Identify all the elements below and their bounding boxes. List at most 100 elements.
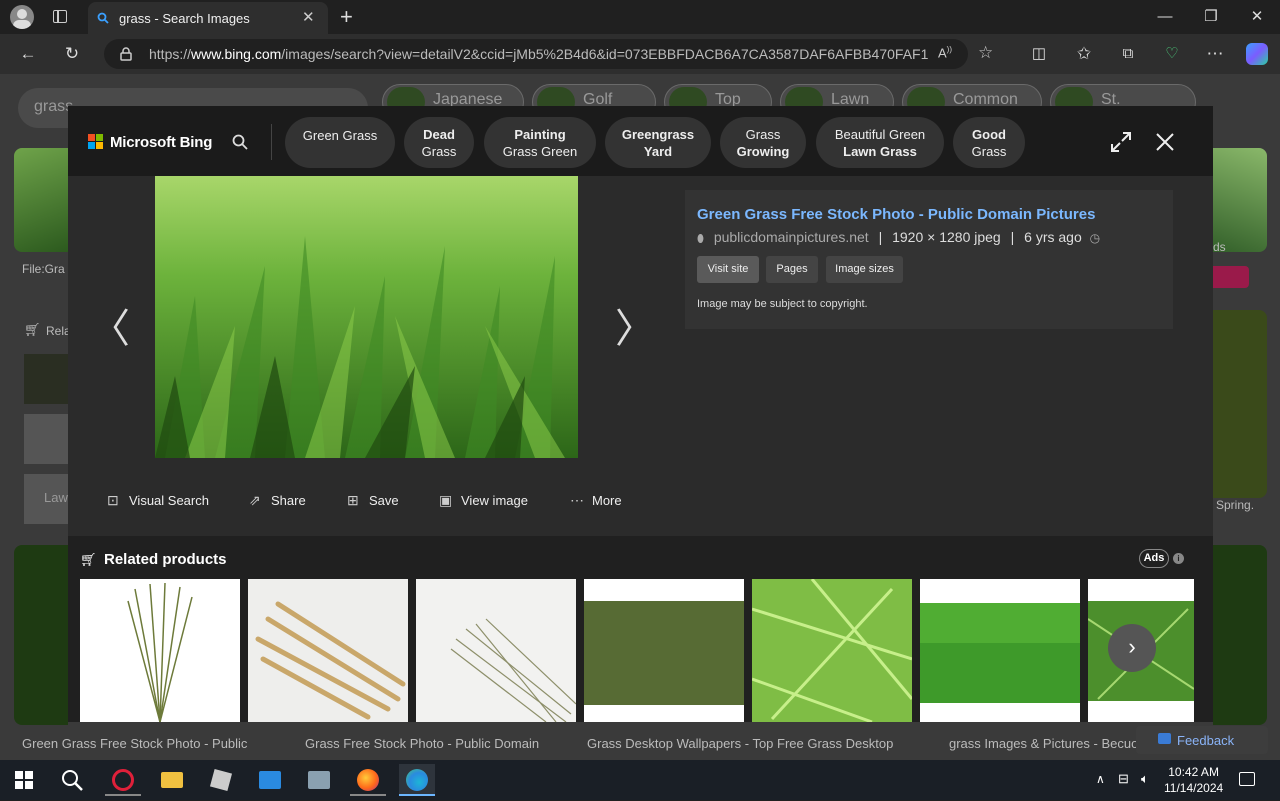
- related-search-chip[interactable]: Greengrass Yard: [605, 117, 711, 168]
- background-lawn-button: Law: [24, 474, 68, 524]
- background-caption: Grass Free Stock Photo - Public Domain: [305, 736, 540, 751]
- related-search-chip[interactable]: Grass Growing: [720, 117, 806, 168]
- clock-time: 10:42 AM: [1168, 765, 1219, 779]
- expand-icon[interactable]: [1110, 131, 1132, 153]
- copilot-icon[interactable]: [1246, 43, 1268, 65]
- more-actions-button[interactable]: ⋯ More: [570, 492, 622, 512]
- notification-center-icon[interactable]: [1239, 772, 1255, 786]
- brand-name: Microsoft Bing: [110, 134, 213, 151]
- more-menu-icon[interactable]: ⋯: [1200, 40, 1230, 68]
- browser-essentials-icon[interactable]: ♡: [1157, 40, 1187, 68]
- image-title-link[interactable]: Green Grass Free Stock Photo - Public Do…: [697, 206, 1095, 223]
- product-card[interactable]: [752, 579, 912, 722]
- source-link[interactable]: publicdomainpictures.net: [714, 229, 869, 245]
- related-search-chip[interactable]: Green Grass: [285, 117, 395, 168]
- microsoft-logo-icon: [88, 134, 104, 150]
- file-explorer-icon[interactable]: [154, 764, 190, 796]
- share-button[interactable]: ⇗ Share: [249, 492, 306, 512]
- background-thumbnail: [1213, 545, 1267, 725]
- refresh-icon[interactable]: ↻: [57, 40, 87, 68]
- restore-icon[interactable]: ❐: [1188, 0, 1234, 34]
- visit-site-button[interactable]: Visit site: [697, 256, 759, 283]
- background-ads-text: ds: [1213, 240, 1226, 254]
- browser-toolbar: ← ↻ https://www.bing.com/images/search?v…: [0, 34, 1280, 74]
- firefox-icon[interactable]: [350, 764, 386, 796]
- background-caption: Green Grass Free Stock Photo - Public: [22, 736, 248, 751]
- search-taskbar-icon[interactable]: [54, 764, 90, 796]
- show-hidden-icons-icon[interactable]: ∧: [1096, 772, 1105, 786]
- browser-title-bar: grass - Search Images ✕ + — ❐ ✕: [0, 0, 1280, 34]
- feedback-button[interactable]: Feedback: [1136, 726, 1268, 754]
- bing-search-tab-icon: [97, 12, 109, 24]
- tab-close-icon[interactable]: ✕: [302, 8, 315, 26]
- pages-button[interactable]: Pages: [766, 256, 818, 283]
- split-screen-icon[interactable]: ◫: [1024, 40, 1054, 68]
- clock-date: 11/14/2024: [1164, 781, 1224, 795]
- view-image-icon: ▣: [439, 492, 453, 508]
- new-tab-icon[interactable]: +: [340, 4, 353, 30]
- copyright-notice: Image may be subject to copyright.: [697, 298, 868, 310]
- background-thumbnail: [1213, 148, 1267, 252]
- share-icon: ⇗: [249, 492, 261, 508]
- taskbar-clock[interactable]: 10:42 AM 11/14/2024: [1164, 764, 1223, 796]
- network-app-icon[interactable]: [301, 764, 337, 796]
- next-products-arrow-icon[interactable]: ›: [1108, 624, 1156, 672]
- windows-taskbar: ∧ ⊟ 🔈︎ 10:42 AM 11/14/2024: [0, 760, 1280, 800]
- image-age: 6 yrs ago: [1024, 229, 1082, 245]
- windows-start-icon[interactable]: [6, 764, 42, 796]
- cart-icon: 🛒︎: [80, 552, 97, 567]
- product-card[interactable]: [248, 579, 408, 722]
- address-bar[interactable]: https://www.bing.com/images/search?view=…: [104, 39, 993, 69]
- view-image-button[interactable]: ▣ View image: [439, 492, 528, 512]
- product-card[interactable]: [584, 579, 744, 722]
- background-spring-text: Spring.: [1216, 498, 1255, 512]
- product-card[interactable]: [80, 579, 240, 722]
- edge-icon[interactable]: [399, 764, 435, 796]
- previous-image-arrow[interactable]: 〈: [90, 296, 130, 354]
- main-image[interactable]: [155, 176, 578, 458]
- background-thumbnail: [24, 414, 68, 464]
- read-aloud-icon[interactable]: A)): [938, 45, 952, 60]
- close-icon[interactable]: [1155, 132, 1175, 152]
- browser-tab[interactable]: grass - Search Images ✕: [88, 2, 328, 34]
- save-button[interactable]: ⊞ Save: [347, 492, 399, 512]
- related-products-section: 🛒︎ Related products Ads i ›: [68, 536, 1213, 722]
- related-products-title: Related products: [104, 551, 227, 568]
- related-search-chip[interactable]: Beautiful Green Lawn Grass: [816, 117, 944, 168]
- info-icon[interactable]: i: [1173, 553, 1184, 564]
- search-icon[interactable]: [232, 134, 248, 150]
- back-icon[interactable]: ←: [13, 40, 43, 68]
- image-detail-overlay: Microsoft Bing Green Grass Dead Grass Pai…: [68, 106, 1213, 722]
- window-close-icon[interactable]: ✕: [1234, 0, 1280, 34]
- visual-search-button[interactable]: ⊡ Visual Search: [107, 492, 209, 512]
- background-thumbnail: [1213, 310, 1267, 498]
- image-meta: ⬮ publicdomainpictures.net | 1920 × 1280…: [697, 229, 1101, 245]
- background-cart-icon: 🛒︎: [24, 322, 41, 337]
- image-sizes-button[interactable]: Image sizes: [826, 256, 903, 283]
- opera-icon[interactable]: [105, 764, 141, 796]
- related-search-chip[interactable]: Dead Grass: [404, 117, 474, 168]
- related-search-chip[interactable]: Good Grass: [953, 117, 1025, 168]
- profile-avatar[interactable]: [10, 5, 34, 29]
- tab-title: grass - Search Images: [119, 11, 250, 26]
- background-thumbnail: [14, 545, 68, 725]
- feedback-icon: [1158, 733, 1171, 744]
- minimize-icon[interactable]: —: [1142, 0, 1188, 34]
- lock-icon: [120, 47, 132, 61]
- collections-icon[interactable]: ⧉: [1113, 40, 1143, 68]
- microsoft-store-icon[interactable]: [252, 764, 288, 796]
- image-info-panel: Green Grass Free Stock Photo - Public Do…: [685, 190, 1173, 329]
- ads-badge[interactable]: Ads: [1139, 549, 1169, 568]
- next-image-arrow[interactable]: 〉: [615, 296, 655, 354]
- background-thumbnail: [14, 148, 68, 252]
- network-status-icon[interactable]: ⊟: [1118, 771, 1129, 787]
- product-card[interactable]: [416, 579, 576, 722]
- volume-muted-icon[interactable]: 🔈︎: [1141, 771, 1149, 787]
- favorite-star-icon[interactable]: ☆: [978, 43, 993, 63]
- tab-actions-icon[interactable]: [53, 10, 67, 23]
- favorites-icon[interactable]: ✩: [1069, 40, 1099, 68]
- related-search-chip[interactable]: Painting Grass Green: [484, 117, 596, 168]
- more-dots-icon: ⋯: [570, 492, 584, 508]
- roblox-icon[interactable]: [203, 764, 239, 796]
- product-card[interactable]: [920, 579, 1080, 722]
